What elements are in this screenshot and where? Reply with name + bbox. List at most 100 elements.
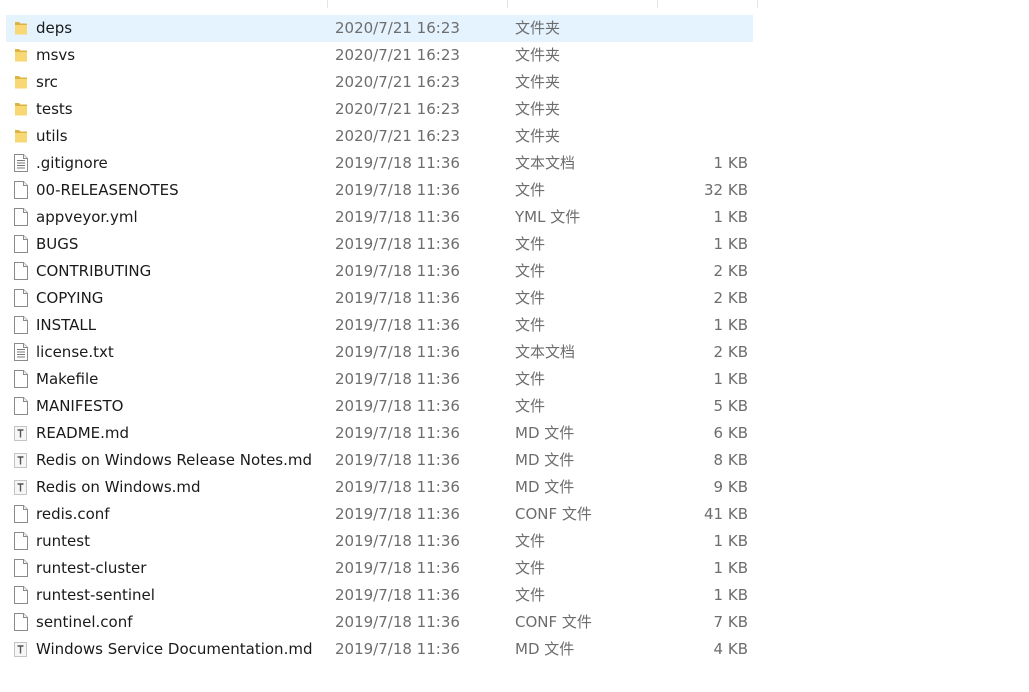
- file-size: 1 KB: [713, 559, 748, 577]
- file-type: 文件: [515, 316, 546, 334]
- file-row[interactable]: README.md 2019/7/18 11:36 MD 文件 6 KB: [6, 420, 753, 447]
- file-icon: [14, 532, 28, 550]
- file-date-modified: 2019/7/18 11:36: [335, 262, 460, 280]
- file-size: 1 KB: [713, 370, 748, 388]
- file-icon: [14, 397, 28, 415]
- file-name: license.txt: [36, 343, 114, 361]
- file-type: 文件夹: [515, 127, 561, 145]
- file-row[interactable]: tests 2020/7/21 16:23 文件夹: [6, 96, 753, 123]
- file-row[interactable]: runtest 2019/7/18 11:36 文件 1 KB: [6, 528, 753, 555]
- column-divider[interactable]: [327, 0, 328, 8]
- file-row[interactable]: msvs 2020/7/21 16:23 文件夹: [6, 42, 753, 69]
- markdown-file-icon: [14, 478, 28, 496]
- file-date-modified: 2019/7/18 11:36: [335, 154, 460, 172]
- file-row[interactable]: .gitignore 2019/7/18 11:36 文本文档 1 KB: [6, 150, 753, 177]
- file-name: INSTALL: [36, 316, 97, 334]
- file-type: 文件: [515, 559, 546, 577]
- file-row[interactable]: COPYING 2019/7/18 11:36 文件 2 KB: [6, 285, 753, 312]
- file-type: 文件: [515, 532, 546, 550]
- file-type: 文件: [515, 235, 546, 253]
- file-row[interactable]: INSTALL 2019/7/18 11:36 文件 1 KB: [6, 312, 753, 339]
- file-date-modified: 2020/7/21 16:23: [335, 46, 460, 64]
- file-size: 2 KB: [713, 262, 748, 280]
- file-type: MD 文件: [515, 451, 575, 469]
- file-icon: [14, 316, 28, 334]
- file-icon: [14, 586, 28, 604]
- file-name: README.md: [36, 424, 130, 442]
- file-row[interactable]: Makefile 2019/7/18 11:36 文件 1 KB: [6, 366, 753, 393]
- file-row[interactable]: 00-RELEASENOTES 2019/7/18 11:36 文件 32 KB: [6, 177, 753, 204]
- file-icon: [14, 370, 28, 388]
- file-row[interactable]: Windows Service Documentation.md 2019/7/1…: [6, 636, 753, 663]
- file-row[interactable]: redis.conf 2019/7/18 11:36 CONF 文件 41 KB: [6, 501, 753, 528]
- file-name: .gitignore: [36, 154, 108, 172]
- column-divider[interactable]: [507, 0, 508, 8]
- file-date-modified: 2019/7/18 11:36: [335, 208, 460, 226]
- file-size: 32 KB: [704, 181, 748, 199]
- file-date-modified: 2019/7/18 11:36: [335, 505, 460, 523]
- file-row[interactable]: runtest-cluster 2019/7/18 11:36 文件 1 KB: [6, 555, 753, 582]
- file-type: 文件夹: [515, 100, 561, 118]
- file-row[interactable]: sentinel.conf 2019/7/18 11:36 CONF 文件 7 KB: [6, 609, 753, 636]
- column-divider[interactable]: [657, 0, 658, 8]
- file-icon: [14, 235, 28, 253]
- file-row[interactable]: MANIFESTO 2019/7/18 11:36 文件 5 KB: [6, 393, 753, 420]
- file-row[interactable]: CONTRIBUTING 2019/7/18 11:36 文件 2 KB: [6, 258, 753, 285]
- file-icon: [14, 559, 28, 577]
- folder-icon: [14, 100, 28, 118]
- markdown-file-icon: [14, 451, 28, 469]
- file-type: 文件夹: [515, 73, 561, 91]
- file-type: MD 文件: [515, 640, 575, 658]
- file-row[interactable]: runtest-sentinel 2019/7/18 11:36 文件 1 KB: [6, 582, 753, 609]
- file-size: 4 KB: [713, 640, 748, 658]
- column-divider[interactable]: [757, 0, 758, 8]
- file-name: sentinel.conf: [36, 613, 133, 631]
- file-name: BUGS: [36, 235, 79, 253]
- file-row[interactable]: utils 2020/7/21 16:23 文件夹: [6, 123, 753, 150]
- file-type: 文件: [515, 397, 546, 415]
- file-size: 7 KB: [713, 613, 748, 631]
- file-type: 文件夹: [515, 46, 561, 64]
- file-icon: [14, 505, 28, 523]
- file-type: MD 文件: [515, 424, 575, 442]
- file-date-modified: 2020/7/21 16:23: [335, 100, 460, 118]
- file-name: runtest: [36, 532, 90, 550]
- file-name: appveyor.yml: [36, 208, 138, 226]
- file-size: 6 KB: [713, 424, 748, 442]
- file-row[interactable]: appveyor.yml 2019/7/18 11:36 YML 文件 1 KB: [6, 204, 753, 231]
- file-date-modified: 2019/7/18 11:36: [335, 424, 460, 442]
- file-row[interactable]: src 2020/7/21 16:23 文件夹: [6, 69, 753, 96]
- file-icon: [14, 613, 28, 631]
- file-type: 文件夹: [515, 19, 561, 37]
- file-date-modified: 2019/7/18 11:36: [335, 343, 460, 361]
- file-size: 1 KB: [713, 316, 748, 334]
- file-type: YML 文件: [515, 208, 581, 226]
- file-date-modified: 2020/7/21 16:23: [335, 73, 460, 91]
- file-row[interactable]: BUGS 2019/7/18 11:36 文件 1 KB: [6, 231, 753, 258]
- file-name: redis.conf: [36, 505, 110, 523]
- file-row[interactable]: deps 2020/7/21 16:23 文件夹: [6, 15, 753, 42]
- file-size: 8 KB: [713, 451, 748, 469]
- file-name: MANIFESTO: [36, 397, 124, 415]
- file-size: 41 KB: [704, 505, 748, 523]
- file-date-modified: 2019/7/18 11:36: [335, 397, 460, 415]
- file-type: 文件: [515, 181, 546, 199]
- file-size: 1 KB: [713, 532, 748, 550]
- text-document-icon: [14, 154, 28, 172]
- markdown-file-icon: [14, 424, 28, 442]
- file-type: 文件: [515, 370, 546, 388]
- file-type: 文件: [515, 586, 546, 604]
- file-name: Windows Service Documentation.md: [36, 640, 313, 658]
- file-name: runtest-cluster: [36, 559, 147, 577]
- file-size: 5 KB: [713, 397, 748, 415]
- file-icon: [14, 181, 28, 199]
- file-icon: [14, 262, 28, 280]
- file-type: 文本文档: [515, 343, 576, 361]
- file-row[interactable]: license.txt 2019/7/18 11:36 文本文档 2 KB: [6, 339, 753, 366]
- file-type: 文件: [515, 262, 546, 280]
- file-name: Redis on Windows.md: [36, 478, 201, 496]
- file-row[interactable]: Redis on Windows.md 2019/7/18 11:36 MD 文件 9…: [6, 474, 753, 501]
- file-row[interactable]: Redis on Windows Release Notes.md 2019/7/…: [6, 447, 753, 474]
- file-date-modified: 2020/7/21 16:23: [335, 127, 460, 145]
- file-name: utils: [36, 127, 68, 145]
